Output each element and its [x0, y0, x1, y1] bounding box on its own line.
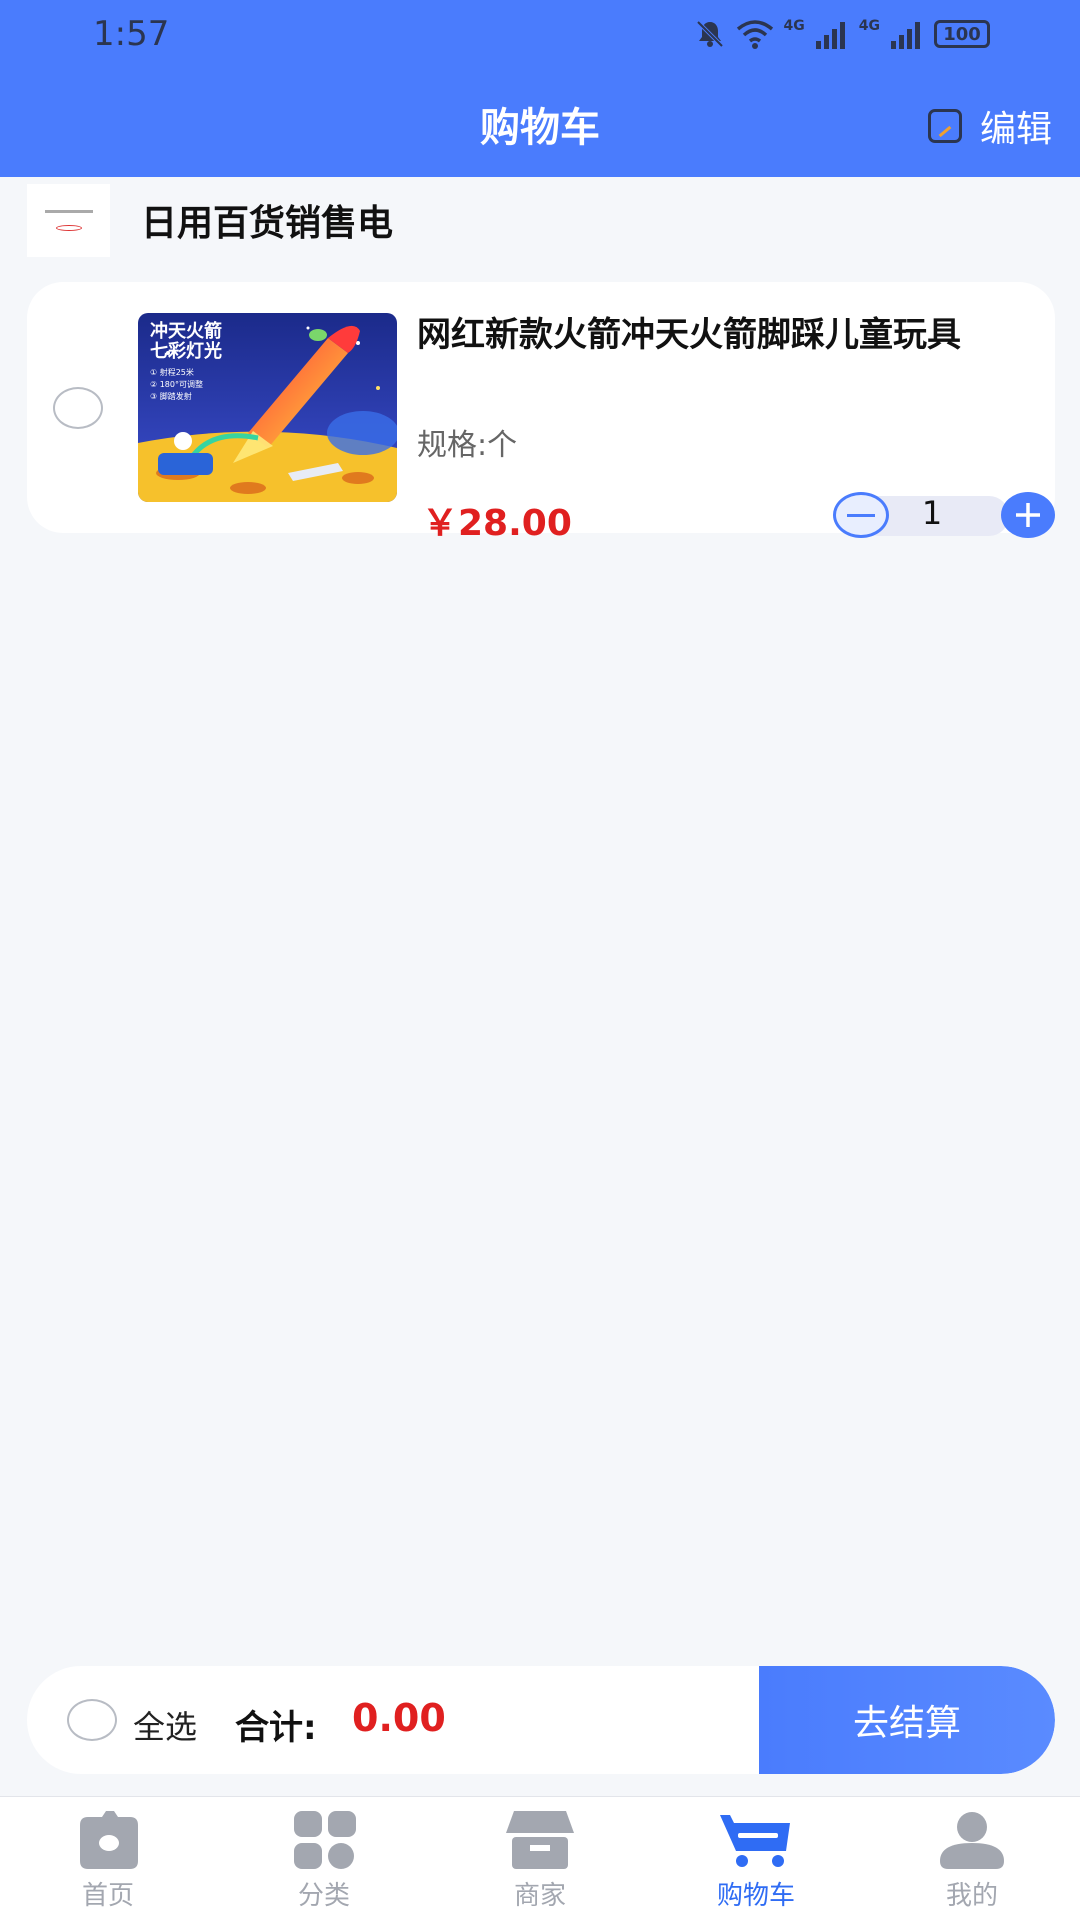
status-icons: 4G 4G 100	[694, 18, 990, 50]
total-label: 合计:	[235, 1708, 317, 1748]
network-type-2: 4G	[858, 18, 880, 34]
quantity-stepper: 1	[833, 492, 1055, 542]
svg-text:① 射程25米: ① 射程25米	[150, 367, 194, 377]
shop-logo	[27, 183, 110, 257]
tab-profile[interactable]: 我的	[864, 1797, 1080, 1920]
svg-text:冲天火箭: 冲天火箭	[150, 320, 222, 342]
network-type-1: 4G	[783, 18, 805, 34]
increase-quantity-button[interactable]	[1001, 492, 1055, 538]
tab-label-store: 商家	[513, 1881, 566, 1911]
select-all-checkbox[interactable]	[67, 1699, 117, 1741]
edit-button[interactable]: 编辑	[927, 100, 1052, 152]
item-checkbox[interactable]	[53, 387, 103, 429]
product-price: ￥28.00	[422, 503, 572, 544]
cart-icon	[720, 1815, 790, 1867]
status-time: 1:57	[93, 14, 170, 54]
edit-icon	[927, 109, 962, 143]
header: 1:57 4G 4G 100 购物车 编辑	[0, 0, 1080, 177]
total-value: 0.00	[352, 1696, 446, 1740]
product-title[interactable]: 网红新款火箭冲天火箭脚踩儿童玩具	[417, 312, 1027, 358]
rocket-toy-image: 冲天火箭 七彩灯光 ① 射程25米 ② 180°可调整 ③ 脚踏发射	[138, 313, 397, 502]
tab-category[interactable]: 分类	[216, 1797, 432, 1920]
tab-cart[interactable]: 购物车	[648, 1797, 864, 1920]
tab-label-profile: 我的	[945, 1881, 998, 1911]
svg-text:③ 脚踏发射: ③ 脚踏发射	[150, 391, 192, 401]
select-all-label[interactable]: 全选	[133, 1702, 197, 1748]
battery-icon: 100	[934, 20, 990, 48]
shop-row[interactable]: 日用百货销售电	[0, 180, 1080, 260]
bottom-tab-bar: 首页 分类 商家 购物车 我的	[0, 1796, 1080, 1920]
page-title: 购物车	[480, 105, 600, 151]
shop-name: 日用百货销售电	[141, 203, 394, 244]
tab-store[interactable]: 商家	[432, 1797, 648, 1920]
checkout-button[interactable]: 去结算	[759, 1666, 1055, 1774]
product-image[interactable]: 冲天火箭 七彩灯光 ① 射程25米 ② 180°可调整 ③ 脚踏发射	[138, 313, 397, 502]
wifi-icon	[736, 20, 773, 49]
tab-home[interactable]: 首页	[0, 1797, 216, 1920]
minus-icon	[847, 513, 875, 517]
checkout-bar: 全选 合计: 0.00 去结算	[27, 1666, 1055, 1774]
store-icon	[506, 1811, 574, 1869]
category-icon	[294, 1811, 356, 1869]
cart-item-card: 冲天火箭 七彩灯光 ① 射程25米 ② 180°可调整 ③ 脚踏发射 网红新款火…	[27, 282, 1055, 544]
quantity-value[interactable]: 1	[907, 494, 957, 532]
product-spec: 规格:个	[417, 428, 518, 463]
profile-icon	[940, 1812, 1004, 1869]
decrease-quantity-button[interactable]	[833, 492, 889, 538]
tab-label-category: 分类	[297, 1881, 350, 1911]
signal-icon-2	[891, 22, 920, 49]
plus-icon	[1016, 503, 1040, 527]
signal-icon	[815, 22, 845, 49]
tab-label-home: 首页	[81, 1881, 134, 1911]
tab-label-cart: 购物车	[716, 1881, 795, 1911]
edit-label: 编辑	[979, 109, 1052, 150]
mute-bell-icon	[696, 20, 723, 48]
svg-text:七彩灯光: 七彩灯光	[150, 340, 222, 362]
home-icon	[80, 1811, 138, 1869]
svg-text:② 180°可调整: ② 180°可调整	[150, 379, 203, 389]
